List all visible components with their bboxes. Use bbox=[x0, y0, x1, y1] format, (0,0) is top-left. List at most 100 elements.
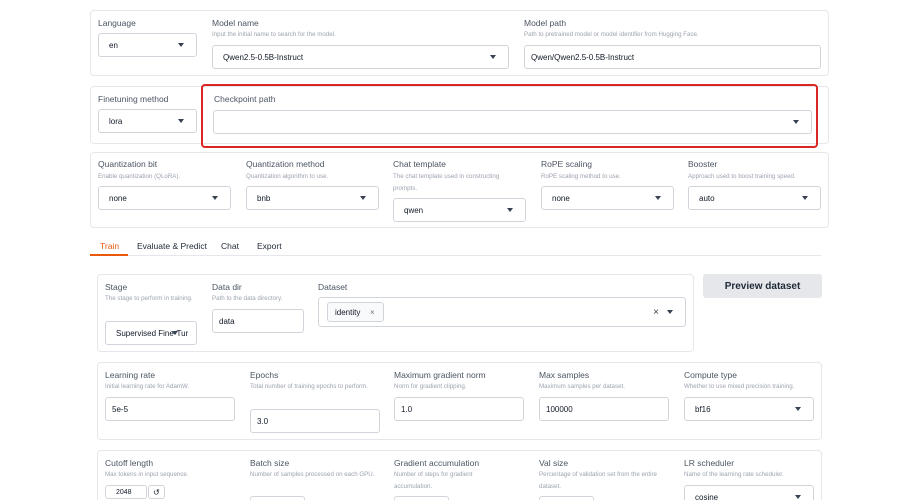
language-label: Language bbox=[98, 18, 136, 28]
chevron-down-icon bbox=[212, 196, 218, 200]
cutoff-length-value: 2048 bbox=[116, 488, 132, 496]
chevron-down-icon bbox=[178, 43, 184, 47]
rope-scaling-label: RoPE scaling bbox=[541, 159, 593, 169]
grad-accum-info: Number of steps for gradient accumulatio… bbox=[394, 471, 473, 490]
quantization-bit-info: Enable quantization (QLoRA). bbox=[98, 173, 181, 180]
tab-export[interactable]: Export bbox=[257, 241, 282, 251]
data-dir-info: Path to the data directory. bbox=[212, 295, 283, 302]
quantization-bit-value: none bbox=[109, 193, 127, 203]
batch-size-info: Number of samples processed on each GPU. bbox=[250, 471, 375, 478]
lr-scheduler-dropdown[interactable]: cosine bbox=[684, 485, 814, 500]
epochs-label: Epochs bbox=[250, 370, 279, 380]
finetuning-method-label: Finetuning method bbox=[98, 94, 169, 104]
compute-type-info: Whether to use mixed precision training. bbox=[684, 383, 795, 390]
clear-icon[interactable]: × bbox=[653, 307, 659, 318]
chevron-down-icon bbox=[490, 55, 496, 59]
grad-accum-slider-box[interactable] bbox=[394, 496, 449, 500]
finetuning-method-dropdown[interactable]: lora bbox=[98, 109, 197, 133]
dataset-label: Dataset bbox=[318, 282, 348, 292]
tab-train[interactable]: Train bbox=[100, 241, 119, 251]
max-samples-value: 100000 bbox=[546, 404, 573, 414]
learning-rate-input[interactable]: 5e-5 bbox=[105, 397, 235, 421]
chevron-down-icon bbox=[795, 495, 801, 499]
max-samples-info: Maximum samples per dataset. bbox=[539, 383, 625, 390]
cutoff-length-info: Max tokens in input sequence. bbox=[105, 471, 189, 478]
chat-template-dropdown[interactable]: qwen bbox=[393, 198, 526, 222]
rope-scaling-value: none bbox=[552, 193, 570, 203]
model-name-label: Model name bbox=[212, 18, 259, 28]
max-grad-norm-label: Maximum gradient norm bbox=[394, 370, 486, 380]
data-dir-input[interactable]: data bbox=[212, 309, 304, 333]
model-path-input[interactable]: Qwen/Qwen2.5-0.5B-Instruct bbox=[524, 45, 821, 69]
lr-scheduler-value: cosine bbox=[695, 492, 719, 500]
data-dir-label: Data dir bbox=[212, 282, 242, 292]
model-path-label: Model path bbox=[524, 18, 567, 28]
compute-type-value: bf16 bbox=[695, 404, 711, 414]
stage-label: Stage bbox=[105, 282, 128, 292]
max-grad-norm-input[interactable]: 1.0 bbox=[394, 397, 524, 421]
chevron-down-icon bbox=[178, 119, 184, 123]
chevron-down-icon bbox=[795, 407, 801, 411]
stage-info: The stage to perform in training. bbox=[105, 295, 193, 302]
max-grad-norm-info: Norm for gradient clipping. bbox=[394, 383, 467, 390]
language-value: en bbox=[109, 40, 118, 50]
quantization-bit-label: Quantization bit bbox=[98, 159, 158, 169]
chevron-down-icon bbox=[360, 196, 366, 200]
language-dropdown[interactable]: en bbox=[98, 33, 197, 57]
batch-size-label: Batch size bbox=[250, 458, 290, 468]
dataset-chip: identity × bbox=[327, 302, 384, 322]
compute-type-dropdown[interactable]: bf16 bbox=[684, 397, 814, 421]
quantization-bit-dropdown[interactable]: none bbox=[98, 186, 231, 210]
stage-dropdown[interactable]: Supervised Fine-Tur bbox=[105, 321, 197, 345]
chip-remove-icon[interactable]: × bbox=[370, 308, 375, 317]
cutoff-length-input[interactable]: 2048 bbox=[105, 485, 147, 499]
model-name-dropdown[interactable]: Qwen2.5-0.5B-Instruct bbox=[212, 45, 509, 69]
epochs-input[interactable]: 3.0 bbox=[250, 409, 380, 433]
max-grad-norm-value: 1.0 bbox=[401, 404, 413, 414]
chat-template-label: Chat template bbox=[393, 159, 446, 169]
epochs-value: 3.0 bbox=[257, 416, 269, 426]
quantization-method-label: Quantization method bbox=[246, 159, 325, 169]
booster-value: auto bbox=[699, 193, 715, 203]
rope-scaling-info: RoPE scaling method to use. bbox=[541, 173, 621, 180]
model-path-info: Path to pretrained model or model identi… bbox=[524, 31, 699, 38]
cutoff-length-label: Cutoff length bbox=[105, 458, 154, 468]
quantization-method-dropdown[interactable]: bnb bbox=[246, 186, 379, 210]
chevron-down-icon[interactable] bbox=[667, 310, 673, 314]
compute-type-label: Compute type bbox=[684, 370, 737, 380]
quantization-method-value: bnb bbox=[257, 193, 271, 203]
model-name-info: Input the initial name to search for the… bbox=[212, 31, 336, 38]
data-dir-value: data bbox=[219, 316, 235, 326]
chevron-down-icon bbox=[802, 196, 808, 200]
cutoff-length-reset-button[interactable]: ↺ bbox=[148, 485, 165, 499]
val-size-info: Percentage of validation set from the en… bbox=[539, 471, 657, 490]
lr-scheduler-label: LR scheduler bbox=[684, 458, 735, 468]
val-size-slider-box[interactable] bbox=[539, 496, 594, 500]
chevron-down-icon bbox=[172, 331, 178, 335]
preview-dataset-button[interactable]: Preview dataset bbox=[703, 274, 822, 298]
checkpoint-path-highlight bbox=[201, 84, 818, 148]
chevron-down-icon bbox=[655, 196, 661, 200]
learning-rate-value: 5e-5 bbox=[112, 404, 129, 414]
learning-rate-label: Learning rate bbox=[105, 370, 156, 380]
batch-size-slider-box[interactable] bbox=[250, 496, 305, 500]
model-name-value: Qwen2.5-0.5B-Instruct bbox=[223, 52, 304, 62]
finetuning-method-value: lora bbox=[109, 116, 123, 126]
booster-info: Approach used to boost training speed. bbox=[688, 173, 796, 180]
chevron-down-icon bbox=[507, 208, 513, 212]
max-samples-input[interactable]: 100000 bbox=[539, 397, 669, 421]
dataset-multiselect[interactable]: identity × × bbox=[318, 297, 686, 327]
booster-dropdown[interactable]: auto bbox=[688, 186, 821, 210]
rope-scaling-dropdown[interactable]: none bbox=[541, 186, 674, 210]
quantization-method-info: Quantization algorithm to use. bbox=[246, 173, 329, 180]
tab-chat[interactable]: Chat bbox=[221, 241, 239, 251]
tab-divider bbox=[90, 255, 821, 256]
learning-rate-info: Initial learning rate for AdamW. bbox=[105, 383, 190, 390]
lr-scheduler-info: Name of the learning rate scheduler. bbox=[684, 471, 784, 478]
max-samples-label: Max samples bbox=[539, 370, 590, 380]
grad-accum-label: Gradient accumulation bbox=[394, 458, 480, 468]
val-size-label: Val size bbox=[539, 458, 569, 468]
booster-label: Booster bbox=[688, 159, 718, 169]
epochs-info: Total number of training epochs to perfo… bbox=[250, 383, 368, 390]
tab-evaluate-predict[interactable]: Evaluate & Predict bbox=[137, 241, 207, 251]
